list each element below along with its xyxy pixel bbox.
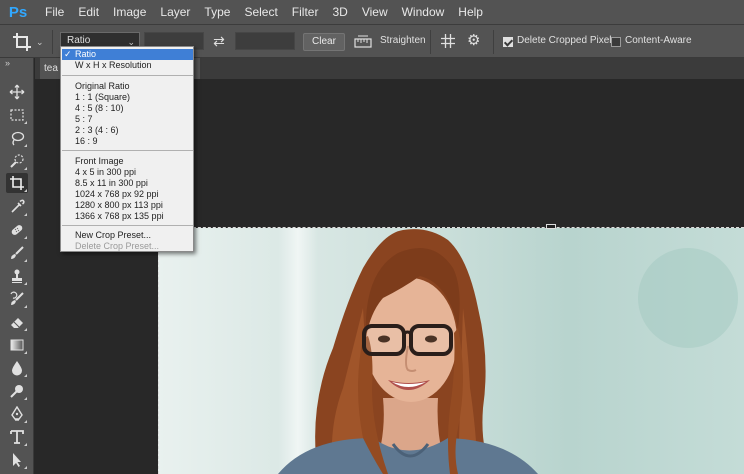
menu-window[interactable]: Window [395,0,452,24]
crop-handle-top[interactable] [546,224,556,229]
dropdown-item-delete-preset: Delete Crop Preset... [75,241,160,251]
dropdown-item-1024x768[interactable]: 1024 x 768 px 92 ppi [62,189,193,200]
menu-bar: Ps File Edit Image Layer Type Select Fil… [0,0,744,24]
crop-icon [13,33,31,51]
straighten-icon[interactable] [354,33,372,51]
dodge-icon[interactable] [6,381,28,401]
dropdown-item-wxh-resolution[interactable]: W x H x Resolution [62,60,193,71]
blur-icon[interactable] [6,358,28,378]
menu-help[interactable]: Help [451,0,490,24]
delete-cropped-label[interactable]: Delete Cropped Pixels [517,35,617,46]
eyedropper-icon[interactable] [6,197,28,217]
dropdown-item-2-3[interactable]: 2 : 3 (4 : 6) [62,125,193,136]
menu-3d[interactable]: 3D [325,0,354,24]
quick-select-icon[interactable] [6,151,28,171]
dropdown-item-4x5-300[interactable]: 4 x 5 in 300 ppi [62,167,193,178]
gradient-icon[interactable] [6,335,28,355]
dropdown-item-8-5x11-300[interactable]: 8.5 x 11 in 300 ppi [62,178,193,189]
crop-preset-value: Ratio [67,35,91,46]
chevron-down-icon: ⌄ [36,36,44,47]
content-aware-checkbox[interactable] [611,37,621,47]
divider [430,30,431,54]
dropdown-item-4-5[interactable]: 4 : 5 (8 : 10) [62,103,193,114]
dropdown-item-1366x768[interactable]: 1366 x 768 px 135 ppi [62,211,193,222]
tool-preset-picker[interactable]: ⌄ [12,31,48,53]
dropdown-separator [62,150,193,151]
photoshop-logo: Ps [8,3,28,21]
collapse-panel-icon[interactable]: » [5,58,10,68]
dropdown-item-front-image[interactable]: Front Image [62,156,193,167]
dropdown-item-label: Ratio [75,49,97,59]
menu-file[interactable]: File [38,0,71,24]
dropdown-item-5-7[interactable]: 5 : 7 [62,114,193,125]
dropdown-item-1-1[interactable]: 1 : 1 (Square) [62,92,193,103]
checkmark-icon: ✓ [64,49,72,59]
dropdown-item-new-preset[interactable]: New Crop Preset... [62,230,193,241]
marquee-icon[interactable] [6,105,28,125]
menu-view[interactable]: View [355,0,395,24]
divider [493,30,494,54]
eraser-icon[interactable] [6,312,28,332]
dropdown-item-1280x800[interactable]: 1280 x 800 px 113 ppi [62,200,193,211]
clear-button[interactable]: Clear [303,33,345,51]
menu-filter[interactable]: Filter [285,0,326,24]
crop-tool-button[interactable] [6,173,28,193]
divider [52,30,53,54]
crop-boundary[interactable] [158,227,744,474]
straighten-label[interactable]: Straighten [380,35,426,46]
history-brush-icon[interactable] [6,289,28,309]
type-icon[interactable] [6,427,28,447]
gear-icon[interactable]: ⚙ [467,32,485,50]
brush-icon[interactable] [6,243,28,263]
pen-icon[interactable] [6,404,28,424]
lasso-icon[interactable] [6,128,28,148]
content-aware-label[interactable]: Content-Aware [625,35,692,46]
menu-edit[interactable]: Edit [71,0,106,24]
menu-image[interactable]: Image [106,0,153,24]
dropdown-separator [62,75,193,76]
menu-select[interactable]: Select [237,0,284,24]
delete-cropped-checkbox[interactable] [503,37,513,47]
path-select-icon[interactable] [6,450,28,470]
menu-layer[interactable]: Layer [153,0,197,24]
dropdown-item-16-9[interactable]: 16 : 9 [62,136,193,147]
dropdown-item-original-ratio[interactable]: Original Ratio [62,81,193,92]
height-field[interactable] [235,32,295,50]
crop-preset-dropdown: ✓ Ratio W x H x Resolution Original Rati… [60,46,194,252]
clone-stamp-icon[interactable] [6,266,28,286]
healing-brush-icon[interactable] [6,220,28,240]
overlay-grid-icon[interactable] [440,33,456,49]
tools-panel: » [0,58,34,474]
dropdown-item-ratio[interactable]: ✓ Ratio [62,49,193,60]
menu-type[interactable]: Type [197,0,237,24]
move-icon[interactable] [6,82,28,102]
dropdown-separator [62,225,193,226]
swap-icon[interactable]: ⇄ [210,32,228,50]
crop-icon [10,176,24,190]
